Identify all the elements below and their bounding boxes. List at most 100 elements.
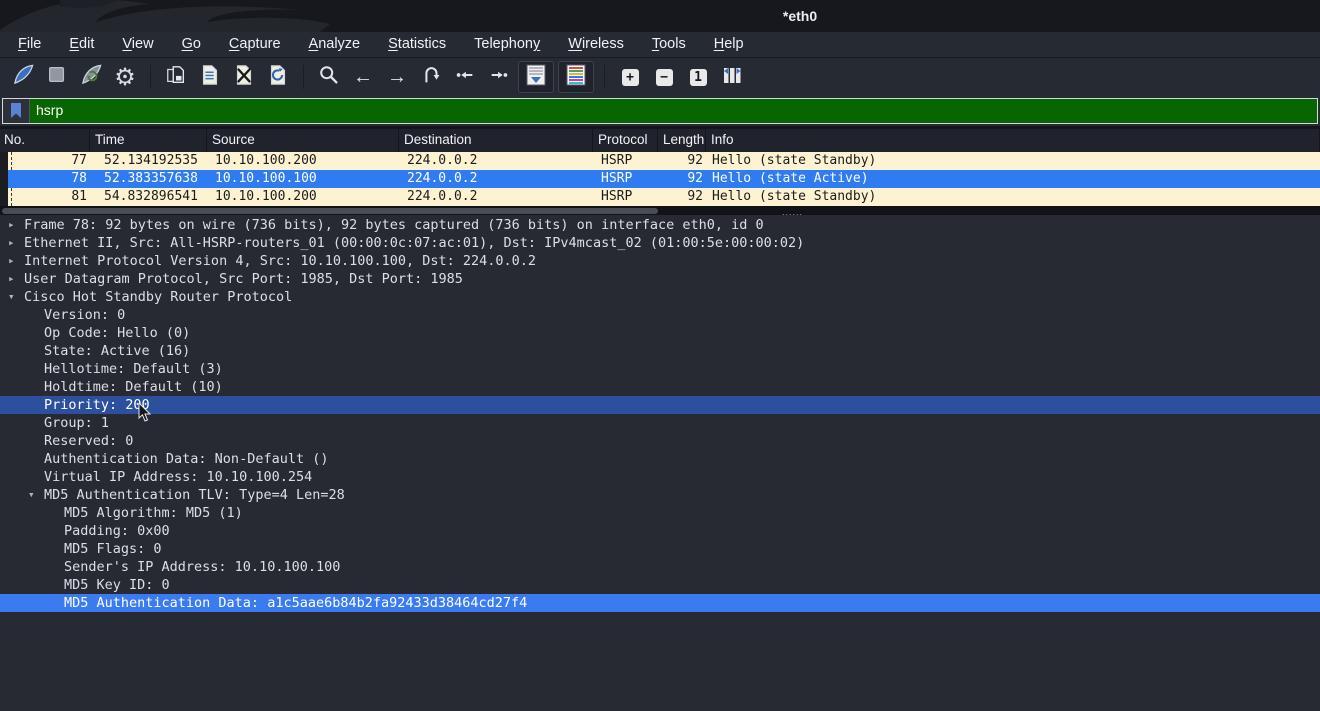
hscrollbar-handle[interactable]: [2, 208, 658, 214]
zoom-in-button[interactable]: +: [615, 62, 645, 92]
detail-line[interactable]: Padding: 0x00: [0, 522, 1320, 540]
column-header-protocol[interactable]: Protocol: [593, 129, 658, 152]
expander-closed-icon[interactable]: ▸: [8, 270, 15, 288]
expander-open-icon[interactable]: ▾: [8, 288, 15, 306]
save-file-button[interactable]: [195, 62, 225, 92]
expander-closed-icon[interactable]: ▸: [8, 216, 15, 234]
detail-line-text: Virtual IP Address: 10.10.100.254: [44, 468, 312, 486]
resize-columns-button[interactable]: [717, 62, 747, 92]
packet-cell-source[interactable]: 10.10.100.200: [207, 188, 399, 206]
zoom-100-button[interactable]: 1: [683, 62, 713, 92]
menu-item-view[interactable]: View: [108, 32, 167, 57]
column-header-source[interactable]: Source: [207, 129, 399, 152]
display-filter-input[interactable]: hsrp: [2, 98, 1318, 124]
detail-line[interactable]: ▸Frame 78: 92 bytes on wire (736 bits), …: [0, 216, 1320, 234]
packet-cell-destination[interactable]: 224.0.0.2: [399, 170, 593, 188]
packet-cell-length[interactable]: 92: [658, 152, 706, 170]
detail-line[interactable]: Virtual IP Address: 10.10.100.254: [0, 468, 1320, 486]
close-file-button[interactable]: [229, 62, 259, 92]
packet-cell-protocol[interactable]: HSRP: [593, 188, 658, 206]
auto-scroll-toggle-button[interactable]: [518, 61, 554, 93]
detail-line[interactable]: Group: 1: [0, 414, 1320, 432]
detail-line[interactable]: Op Code: Hello (0): [0, 324, 1320, 342]
detail-line[interactable]: MD5 Flags: 0: [0, 540, 1320, 558]
packet-cell-time[interactable]: 52.134192535: [90, 152, 207, 170]
menu-item-statistics[interactable]: Statistics: [374, 32, 460, 57]
detail-line[interactable]: Hellotime: Default (3): [0, 360, 1320, 378]
detail-line[interactable]: Reserved: 0: [0, 432, 1320, 450]
filter-bookmark-button[interactable]: [3, 99, 30, 123]
menu-item-go[interactable]: Go: [168, 32, 215, 57]
column-header-no[interactable]: No.: [0, 129, 90, 152]
menu-item-help[interactable]: Help: [700, 32, 758, 57]
title-bar[interactable]: *eth0: [0, 0, 1320, 32]
detail-line[interactable]: Priority: 200: [0, 396, 1320, 414]
detail-line[interactable]: ▸User Datagram Protocol, Src Port: 1985,…: [0, 270, 1320, 288]
detail-line[interactable]: ▾Cisco Hot Standby Router Protocol: [0, 288, 1320, 306]
detail-line[interactable]: MD5 Algorithm: MD5 (1): [0, 504, 1320, 522]
zoom-out-button[interactable]: −: [649, 62, 679, 92]
reload-file-button[interactable]: [263, 62, 293, 92]
detail-line[interactable]: ▸Ethernet II, Src: All-HSRP-routers_01 (…: [0, 234, 1320, 252]
packet-cell-protocol[interactable]: HSRP: [593, 152, 658, 170]
doc-close-icon: [233, 64, 255, 91]
packet-cell-info[interactable]: Hello (state Active): [706, 170, 1320, 188]
detail-line[interactable]: MD5 Authentication Data: a1c5aae6b84b2fa…: [0, 594, 1320, 612]
go-to-packet-button[interactable]: [416, 62, 446, 92]
packet-cell-time[interactable]: 52.383357638: [90, 170, 207, 188]
stop-capture-button[interactable]: [42, 62, 72, 92]
menu-item-edit[interactable]: Edit: [55, 32, 108, 57]
detail-line[interactable]: ▸ Internet Protocol Version 4, Src: 10.10…: [0, 252, 1320, 270]
menu-item-file[interactable]: File: [4, 32, 55, 57]
packet-cell-no[interactable]: 77: [0, 152, 90, 170]
detail-line[interactable]: Holdtime: Default (10): [0, 378, 1320, 396]
packet-row-81[interactable]: 8154.83289654110.10.100.200224.0.0.2HSRP…: [0, 188, 1320, 206]
open-file-button[interactable]: [161, 62, 191, 92]
column-header-destination[interactable]: Destination: [399, 129, 593, 152]
capture-options-button[interactable]: ⚙: [110, 62, 140, 92]
column-header-length[interactable]: Length: [658, 129, 706, 152]
go-back-button[interactable]: ←: [348, 62, 378, 92]
detail-line[interactable]: MD5 Key ID: 0: [0, 576, 1320, 594]
packet-row-78[interactable]: 7852.38335763810.10.100.100224.0.0.2HSRP…: [0, 170, 1320, 188]
expander-closed-icon[interactable]: ▸: [8, 252, 15, 270]
detail-line[interactable]: Authentication Data: Non-Default (): [0, 450, 1320, 468]
menu-item-tools[interactable]: Tools: [638, 32, 700, 57]
packet-cell-length[interactable]: 92: [658, 188, 706, 206]
go-last-packet-button[interactable]: [484, 62, 514, 92]
filter-text[interactable]: hsrp: [30, 99, 1317, 123]
packet-cell-destination[interactable]: 224.0.0.2: [399, 188, 593, 206]
related-packet-line: [11, 188, 12, 206]
column-header-info[interactable]: Info: [706, 129, 1320, 152]
packet-cell-source[interactable]: 10.10.100.100: [207, 170, 399, 188]
expander-open-icon[interactable]: ▾: [28, 486, 35, 504]
packet-cell-info[interactable]: Hello (state Standby): [706, 188, 1320, 206]
detail-line[interactable]: Sender's IP Address: 10.10.100.100: [0, 558, 1320, 576]
detail-line[interactable]: Version: 0: [0, 306, 1320, 324]
menu-item-wireless[interactable]: Wireless: [554, 32, 638, 57]
packet-cell-no[interactable]: 81: [0, 188, 90, 206]
mouse-cursor: [138, 403, 152, 423]
packet-cell-length[interactable]: 92: [658, 170, 706, 188]
column-header-time[interactable]: Time: [90, 129, 207, 152]
expander-closed-icon[interactable]: ▸: [8, 234, 15, 252]
packet-cell-no[interactable]: 78: [0, 170, 90, 188]
go-forward-button[interactable]: →: [382, 62, 412, 92]
colorize-toggle-button[interactable]: [558, 61, 594, 93]
detail-line[interactable]: State: Active (16): [0, 342, 1320, 360]
packet-cell-source[interactable]: 10.10.100.200: [207, 152, 399, 170]
packet-cell-time[interactable]: 54.832896541: [90, 188, 207, 206]
packet-row-77[interactable]: 7752.13419253510.10.100.200224.0.0.2HSRP…: [0, 152, 1320, 170]
menu-item-capture[interactable]: Capture: [215, 32, 295, 57]
go-first-packet-button[interactable]: [450, 62, 480, 92]
packet-cell-info[interactable]: Hello (state Standby): [706, 152, 1320, 170]
start-capture-button[interactable]: [8, 62, 38, 92]
detail-line[interactable]: ▾MD5 Authentication TLV: Type=4 Len=28: [0, 486, 1320, 504]
packet-cell-protocol[interactable]: HSRP: [593, 170, 658, 188]
menu-item-telephony[interactable]: Telephony: [460, 32, 554, 57]
menu-item-analyze[interactable]: Analyze: [295, 32, 375, 57]
detail-line-text: Internet Protocol Version 4, Src: 10.10.…: [24, 252, 536, 270]
packet-cell-destination[interactable]: 224.0.0.2: [399, 152, 593, 170]
restart-capture-button[interactable]: [76, 62, 106, 92]
find-packet-button[interactable]: [314, 62, 344, 92]
